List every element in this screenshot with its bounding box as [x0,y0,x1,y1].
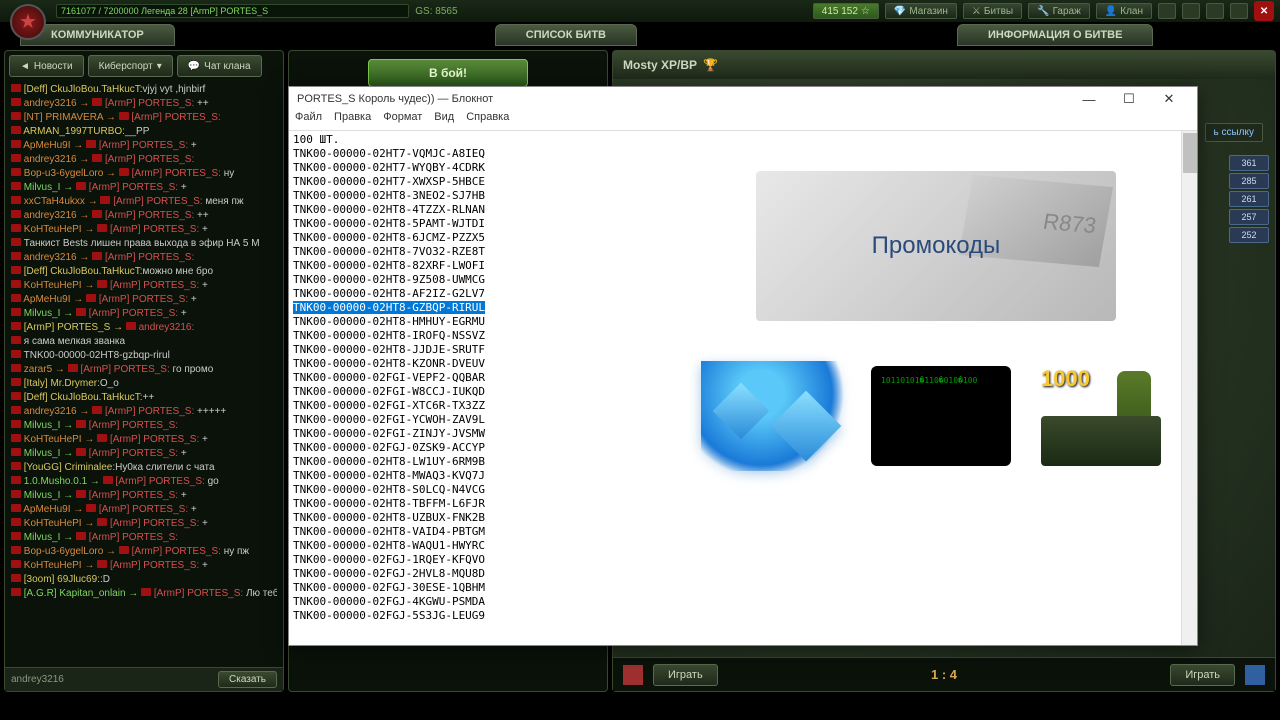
tab-battle-list[interactable]: СПИСОК БИТВ [495,24,637,46]
chat-panel: ◄ Новости Киберспорт ▾ 💬 Чат клана [Deff… [4,50,284,692]
battle-title: Mosty XP/BP 🏆 [613,51,1275,79]
tab-battle-info[interactable]: ИНФОРМАЦИЯ О БИТВЕ [957,24,1153,46]
matrix-image [871,366,1011,466]
to-battle-button[interactable]: В бой! [368,59,528,87]
maximize-button[interactable]: ☐ [1109,88,1149,110]
close-notepad-button[interactable]: ✕ [1149,88,1189,110]
team-red-icon [623,665,643,685]
menu-Файл[interactable]: Файл [295,111,322,130]
clan-chat-button[interactable]: 💬 Чат клана [177,55,262,77]
close-button[interactable]: ✕ [1254,1,1274,21]
shop-button[interactable]: 💎Магазин [885,3,957,19]
star-icon[interactable] [1158,3,1176,19]
play-blue-button[interactable]: Играть [1170,664,1235,686]
tab-row: КОММУНИКАТОР СПИСОК БИТВ ИНФОРМАЦИЯ О БИ… [0,22,1280,46]
top-bar: 7161077 / 7200000 Легенда 28 [ArmP] PORT… [0,0,1280,22]
stats-column: 361285261257252 [1229,153,1269,245]
loot-number: 1000 [1041,366,1090,392]
clan-button[interactable]: 👤Клан [1096,3,1152,19]
battles-button[interactable]: ⚔Битвы [963,3,1022,19]
say-button[interactable]: Сказать [218,671,277,688]
minimize-button[interactable]: — [1069,88,1109,110]
fullscreen-icon[interactable] [1206,3,1224,19]
score-display: 1 : 4 [931,667,957,682]
play-bar: Играть 1 : 4 Играть [613,657,1275,691]
loot-image: 1000 [1031,361,1171,471]
crystal-image [701,361,851,471]
chat-log: [Deff] CkuJloBou.TaHkucT:vjyj vyt ,hjnbi… [5,81,283,667]
game-logo [10,4,46,40]
notepad-scrollbar[interactable] [1181,131,1197,645]
menu-Вид[interactable]: Вид [434,111,454,130]
gs-label: GS: 8565 [415,6,457,17]
chat-input-bar: andrey3216 Сказать [5,667,283,691]
news-button[interactable]: ◄ Новости [9,55,84,77]
settings-icon[interactable] [1182,3,1200,19]
team-blue-icon [1245,665,1265,685]
notepad-menu: Файл Правка Формат Вид Справка [289,111,1197,131]
copy-link-button[interactable]: ь ссылку [1205,123,1264,142]
promo-images-area: R873 Промокоды 1000 [691,131,1181,645]
promo-banner: R873 Промокоды [756,171,1116,321]
menu-Формат[interactable]: Формат [383,111,422,130]
chat-username: andrey3216 [11,674,64,685]
promo-label: Промокоды [872,232,1001,260]
notepad-window: PORTES_S Король чудес)) — Блокнот — ☐ ✕ … [288,86,1198,646]
notepad-titlebar[interactable]: PORTES_S Король чудес)) — Блокнот — ☐ ✕ [289,87,1197,111]
help-icon[interactable] [1230,3,1248,19]
notepad-text[interactable]: 100 ШТ. TNK00-00000-02HT7-VQMJC-A8IEQ TN… [289,131,691,645]
esport-button[interactable]: Киберспорт ▾ [88,55,173,77]
exp-bar: 7161077 / 7200000 Легенда 28 [ArmP] PORT… [56,4,409,18]
garage-button[interactable]: 🔧Гараж [1028,3,1090,19]
play-red-button[interactable]: Играть [653,664,718,686]
credits-display[interactable]: 415 152☆ [813,3,879,19]
menu-Правка[interactable]: Правка [334,111,371,130]
menu-Справка[interactable]: Справка [466,111,509,130]
